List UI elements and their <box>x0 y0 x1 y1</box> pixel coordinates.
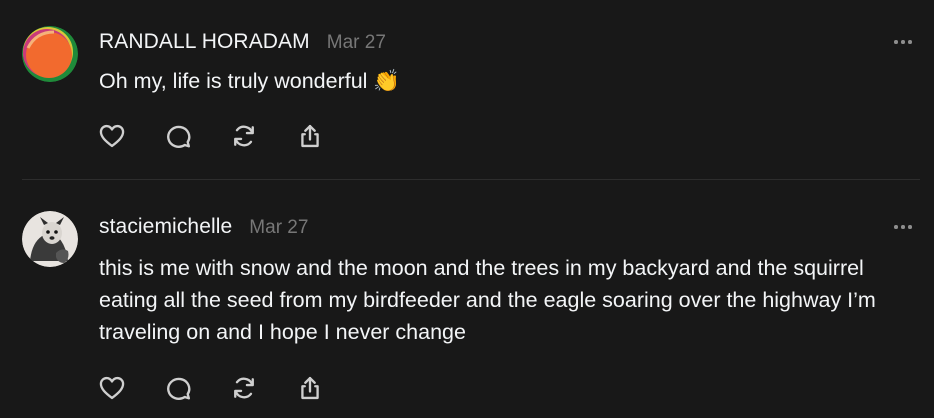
avatar[interactable] <box>22 211 78 267</box>
post-date[interactable]: Mar 27 <box>327 32 386 54</box>
like-icon[interactable] <box>97 373 127 403</box>
repost-icon[interactable] <box>229 121 259 151</box>
ellipsis-icon[interactable] <box>894 223 914 231</box>
comment-icon[interactable] <box>163 373 193 403</box>
post-header: RANDALL HORADAM Mar 27 <box>99 30 386 54</box>
post-date[interactable]: Mar 27 <box>249 217 308 239</box>
dog-photo-avatar-icon <box>22 211 78 267</box>
ellipsis-icon[interactable] <box>894 38 914 46</box>
repost-icon[interactable] <box>229 373 259 403</box>
post-text: Oh my, life is truly wonderful 👏 <box>99 69 401 93</box>
post-text: this is me with snow and the moon and th… <box>99 256 876 344</box>
username[interactable]: RANDALL HORADAM <box>99 30 310 54</box>
username[interactable]: staciemichelle <box>99 215 232 239</box>
like-icon[interactable] <box>97 121 127 151</box>
post: RANDALL HORADAM Mar 27 Oh my, life is tr… <box>0 0 934 180</box>
avatar[interactable] <box>22 26 78 82</box>
post: staciemichelle Mar 27 this is me with sn… <box>0 180 934 418</box>
post-actions <box>97 373 361 403</box>
post-actions <box>97 121 361 151</box>
post-header: staciemichelle Mar 27 <box>99 215 308 239</box>
comment-icon[interactable] <box>163 121 193 151</box>
share-icon[interactable] <box>295 373 325 403</box>
orange-circle-avatar-icon <box>22 26 78 82</box>
share-icon[interactable] <box>295 121 325 151</box>
